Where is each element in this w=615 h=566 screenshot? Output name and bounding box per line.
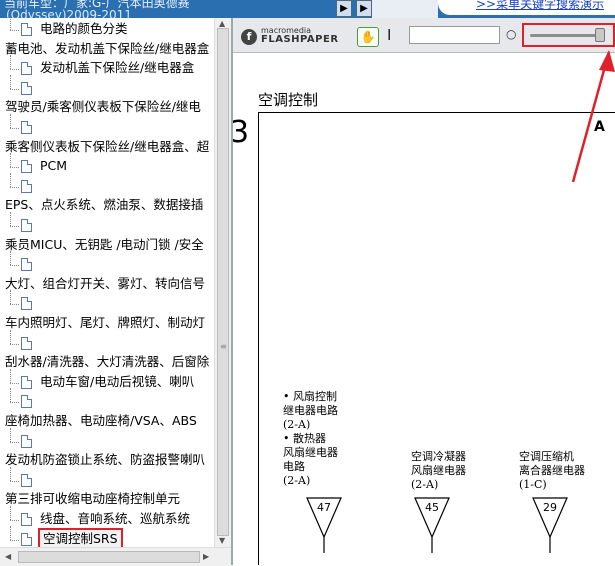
tree-item-label: 乘员MICU、无钥匙 /电动门锁 /安全 [5,236,204,252]
tree-vertical-scrollbar[interactable]: ▲ ≡ ▼ [214,18,232,547]
connector-number: 29 [543,501,557,514]
tree-connector-line [10,30,19,31]
tree-connector-line [10,402,19,404]
tree-connector-line [10,368,11,383]
tree-connector-line [10,55,11,70]
scroll-right-icon[interactable]: ▶ [203,552,209,561]
tree-connector-line [10,265,19,267]
document-icon [21,121,32,134]
document-icon [21,258,32,272]
tree-connector-line [10,88,19,90]
tree-connector-line [10,388,11,403]
tree-connector-line [10,539,19,541]
zoom-slider-track[interactable] [530,34,604,37]
scroll-left-icon[interactable]: ◀ [5,552,11,561]
tree-item-label: 大灯、组合灯开关、雾灯、转向信号 [5,275,206,291]
tree-connector-line [10,128,19,129]
tree-connector-line [10,480,19,482]
document-icon [21,336,32,350]
hand-tool-icon[interactable]: ✋ [357,27,379,47]
tree-connector-line [10,226,19,227]
text-select-tool-icon[interactable]: I [387,26,391,44]
tree-horizontal-scrollbar[interactable]: ◀ ▶ [0,547,231,566]
flashpaper-logo-icon: f [241,29,257,45]
grip-icon: ≡ [220,342,227,351]
tree-item-label: 第三排可收缩电动座椅控制单元 [5,491,181,507]
tree-connector-line [10,212,11,226]
tree-connector-line [10,69,19,71]
scroll-up-icon[interactable]: ▲ [219,19,225,28]
connector-number: 47 [317,501,331,514]
nav-next-button[interactable]: ▶ [356,0,372,17]
tree-connector-line [10,329,11,344]
document-tree: 电路的颜色分类蓄电池、发动机盖下保险丝/继电器盒发动机盖下保险丝/继电器盒驾驶员… [0,18,214,547]
tree-item-label: 驾驶员/乘客侧仪表板下保险丝/继电 [5,99,201,115]
document-icon [21,434,32,448]
tree-item-label: 发动机盖下保险丝/继电器盒 [40,60,195,76]
tree-item-label: 空调控制SRS [38,527,123,547]
document-icon [21,473,32,487]
document-icon [21,81,32,95]
tree-item-label: 线盘、音响系统、巡航系统 [40,511,191,526]
tree-connector-line [10,520,19,521]
tree-connector-line [10,304,19,306]
flashpaper-logo: f macromedia FLASHPAPER [241,26,339,46]
tree-vertical-scroll-thumb[interactable] [217,28,229,536]
nav-prev-button[interactable]: ▶ [336,0,352,17]
tree-connector-line [10,427,11,442]
page-number-input[interactable] [409,26,500,44]
flashpaper-viewer: f macromedia FLASHPAPER ✋ I ○ 空调控制 3 A •… [231,18,615,565]
keyword-search-demo-link[interactable]: >>菜单关键字搜索演示 [438,0,615,15]
tree-item-label: 刮水器/清洗器、大灯清洗器、后窗除 [5,354,210,370]
tree-item-label: PCM [40,158,68,174]
tree-item-label: 电动车窗/电动后视镜、喇叭 [40,373,195,389]
tree-connector-line [10,172,11,187]
tree-connector-line [10,290,11,305]
tree-connector-line [10,186,19,188]
tree-item-label: 座椅加热器、电动座椅/VSA、ABS [5,413,197,428]
tree-connector-line [10,343,19,345]
document-icon [21,395,32,409]
tree-item-label: 车内照明灯、尾灯、牌照灯、制动灯 [5,315,206,330]
logo-big-text: FLASHPAPER [261,34,339,45]
document-icon [21,297,32,311]
tree-connector-line [10,18,11,30]
document-icon [21,62,32,76]
zoom-slider-highlight [522,23,615,47]
document-icon [21,513,32,526]
document-icon [21,179,32,193]
document-icon [21,532,32,546]
tree-connector-line [10,525,11,540]
tree-connector-line [10,466,11,481]
document-icon [21,23,32,36]
tree-connector-line [10,506,11,520]
top-banner: 当前车型：厂家:G-广汽本田奥德赛 (Odyssey)2009-2011 ▶ ▶… [0,0,615,18]
tree-connector-line [10,382,19,384]
connector-diagram [306,497,568,553]
tree-horizontal-scroll-thumb[interactable] [18,551,200,563]
tree-connector-line [10,74,11,89]
red-arrow-annotation [571,50,615,183]
document-icon [21,219,32,232]
tree-connector-line [10,114,11,128]
viewer-toolbar: f macromedia FLASHPAPER ✋ I ○ [233,18,615,53]
banner-decoration-image [372,0,438,18]
tree-connector-line [10,167,19,169]
zoom-magnifier-icon: ○ [506,27,517,41]
tree-item-label: EPS、点火系统、燃油泵、数据接插 [5,197,204,213]
scroll-down-icon[interactable]: ▼ [219,536,225,545]
document-icon [21,375,32,389]
tree-connector-line [10,153,11,168]
car-model-line2: (Odyssey)2009-2011 [6,8,132,18]
tree-connector-line [10,441,19,443]
tree-item-label: 乘客侧仪表板下保险丝/继电器盒、超 [5,138,210,154]
tree-item-label: 蓄电池、发动机盖下保险丝/继电器盒 [5,40,210,56]
document-page: 空调控制 3 A • 风扇控制 继电器电路 (2-A) • 散热器 风扇继电器 … [233,53,615,565]
connector-number: 45 [425,501,439,514]
tree-connector-line [10,251,11,266]
zoom-slider-thumb[interactable] [595,28,606,42]
document-icon [21,160,32,174]
tree-item-label: 发动机防盗锁止系统、防盗报警喇叭 [5,452,206,468]
tree-item-label: 电路的颜色分类 [40,21,128,36]
